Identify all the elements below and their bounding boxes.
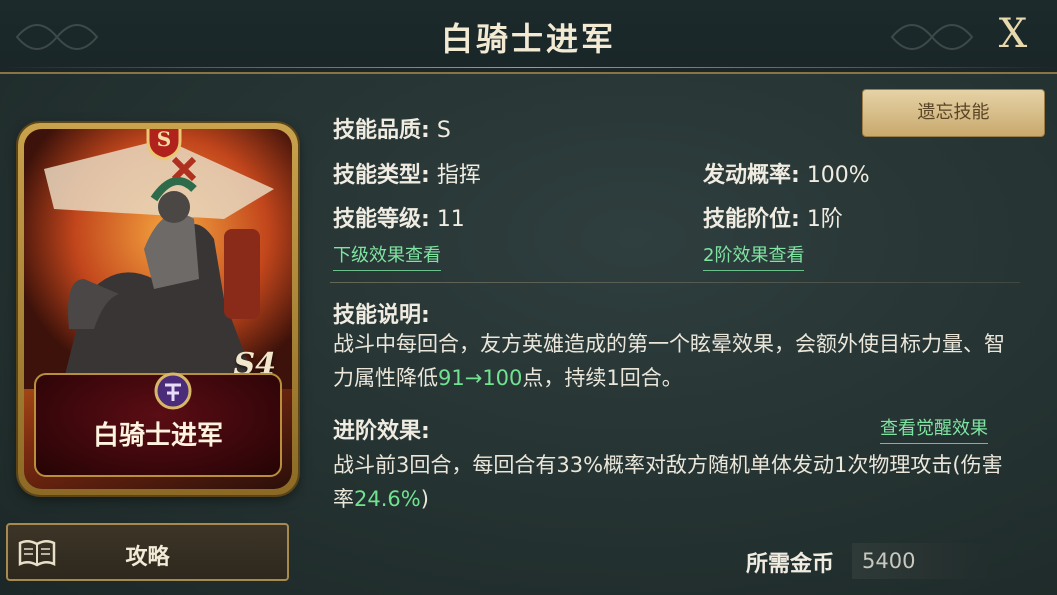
- description-text: 战斗中每回合，友方英雄造成的第一个眩晕效果，会额外使目标力量、智力属性降低91→…: [333, 327, 1023, 395]
- guide-button[interactable]: 攻略: [6, 523, 289, 581]
- quality-value: S: [436, 118, 451, 143]
- tier2-effect-link[interactable]: 2阶效果查看: [703, 241, 805, 271]
- rate-value: 100%: [806, 163, 870, 188]
- rank-shield-icon: S: [146, 129, 182, 161]
- level-value: 11: [436, 207, 465, 232]
- card-name: 白骑士进军: [92, 421, 223, 451]
- skill-card: S S4 白骑士进军: [18, 123, 298, 495]
- advanced-text-part2: ): [420, 487, 429, 511]
- description-heading: 技能说明:: [333, 297, 430, 329]
- description-label: 技能说明:: [333, 303, 430, 328]
- command-emblem-icon: [154, 372, 192, 410]
- level-label: 技能等级:: [333, 207, 430, 232]
- header-bar: 白骑士进军 X: [0, 0, 1057, 74]
- advanced-label: 进阶效果:: [333, 419, 430, 444]
- forget-skill-button[interactable]: 遗忘技能: [862, 89, 1045, 137]
- type-row: 技能类型: 指挥: [333, 157, 481, 189]
- rate-row: 发动概率: 100%: [703, 157, 870, 189]
- quality-row: 技能品质: S: [333, 112, 451, 144]
- card-name-panel: 白骑士进军: [34, 372, 282, 477]
- advanced-heading: 进阶效果:: [333, 413, 430, 445]
- rate-label: 发动概率:: [703, 163, 800, 188]
- card-frame: S S4 白骑士进军: [24, 129, 292, 489]
- quality-label: 技能品质:: [333, 118, 430, 143]
- svg-text:S: S: [157, 129, 171, 151]
- tier-row: 技能阶位: 1阶: [703, 201, 843, 233]
- cost-label: 所需金币: [746, 552, 835, 577]
- next-level-effect-link[interactable]: 下级效果查看: [333, 241, 441, 271]
- level-row: 技能等级: 11: [333, 201, 465, 233]
- type-label: 技能类型:: [333, 163, 430, 188]
- description-text-part2: 点，持续1回合。: [522, 366, 683, 390]
- ornament-right-icon: [890, 24, 974, 50]
- advanced-text: 战斗前3回合，每回合有33%概率对敌方随机单体发动1次物理攻击(伤害率24.6%…: [333, 448, 1023, 516]
- close-button[interactable]: X: [991, 12, 1035, 56]
- type-value: 指挥: [436, 163, 481, 188]
- tier-label: 技能阶位:: [703, 207, 800, 232]
- section-divider: [330, 282, 1020, 283]
- description-highlight: 91→100: [438, 366, 523, 390]
- advanced-highlight: 24.6%: [354, 487, 421, 511]
- awaken-effect-link[interactable]: 查看觉醒效果: [880, 414, 988, 444]
- guide-button-label: 攻略: [125, 545, 170, 570]
- advanced-text-part1: 战斗前3回合，每回合有33%概率对敌方随机单体发动1次物理攻击(伤害率: [333, 453, 1003, 511]
- tier-value: 1阶: [806, 207, 843, 232]
- cost-value: 5400: [852, 543, 990, 579]
